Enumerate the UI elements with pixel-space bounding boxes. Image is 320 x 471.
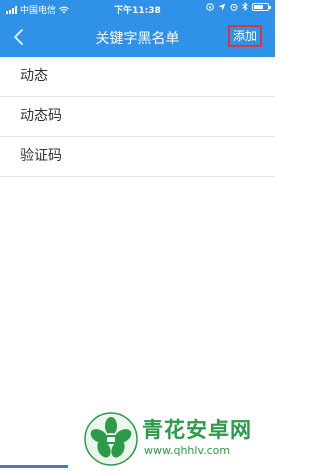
battery-icon (252, 2, 271, 11)
status-bar: 中国电信 下午11:38 (0, 0, 275, 17)
watermark: 青花安卓网 www.qhhlv.com (84, 412, 269, 466)
location-icon (218, 3, 226, 10)
list-item[interactable]: 验证码 (0, 137, 275, 177)
status-right (206, 2, 271, 11)
flower-logo-icon (84, 412, 138, 466)
list-item[interactable]: 动态码 (0, 97, 275, 137)
header: 中国电信 下午11:38 关键字黑名单 添加 (0, 0, 275, 57)
alarm-icon (230, 3, 238, 11)
bluetooth-icon (242, 2, 248, 11)
list-item[interactable]: 动态 (0, 57, 275, 97)
add-keyword-button[interactable]: 添加 (228, 25, 262, 47)
bottom-edge-bar (0, 465, 68, 468)
lock-rotation-icon (206, 2, 214, 11)
navbar: 关键字黑名单 添加 (0, 17, 275, 57)
watermark-name: 青花安卓网 (142, 418, 252, 442)
watermark-url: www.qhhlv.com (144, 444, 231, 457)
keyword-list: 动态 动态码 验证码 (0, 57, 275, 177)
